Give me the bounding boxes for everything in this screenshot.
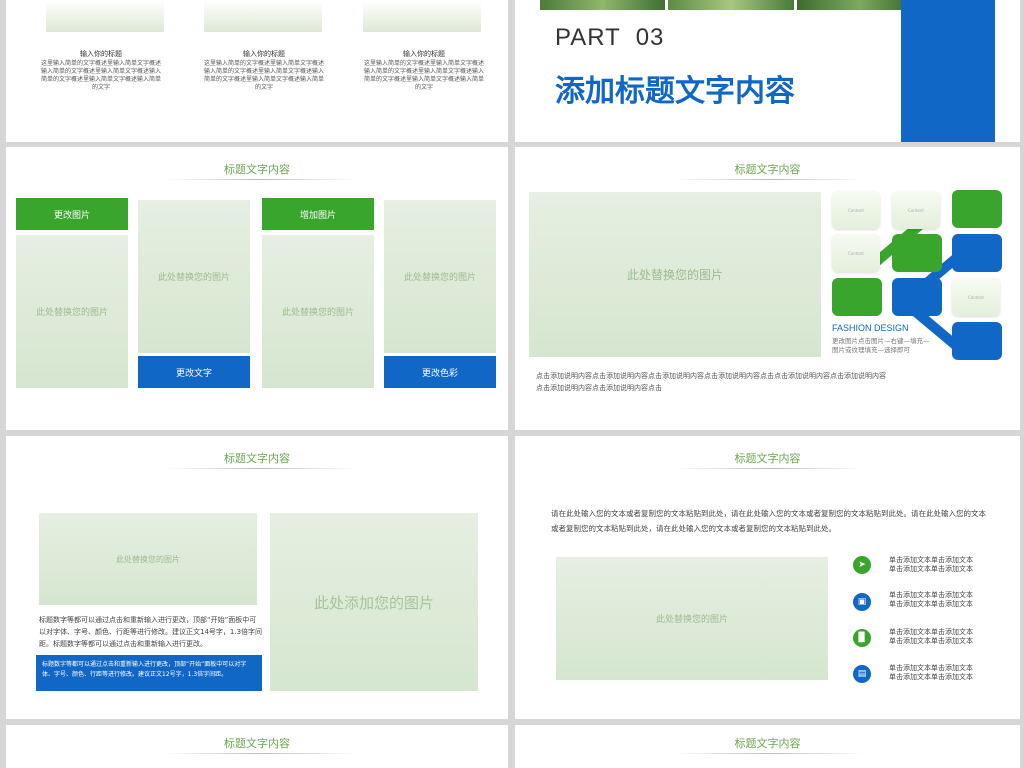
blue-block: [892, 278, 942, 316]
list-item-line: 单击添加文本单击添加文本: [889, 600, 973, 608]
list-item: 单击添加文本单击添加文本 单击添加文本单击添加文本: [889, 664, 973, 682]
title-underline: [166, 753, 356, 754]
bar-chart-icon: ▉: [853, 629, 871, 647]
list-item-line: 单击添加文本单击添加文本: [889, 565, 973, 573]
list-item-line: 单击添加文本单击添加文本: [889, 628, 973, 636]
title-underline: [675, 179, 865, 180]
green-block: [832, 278, 882, 316]
blue-bar: [901, 0, 995, 142]
content-card: Content: [832, 234, 880, 272]
slide-8[interactable]: 标题文字内容: [515, 725, 1020, 768]
blue-box-text: 标题数字等都可以通过点击和重新输入进行更改，顶部“开始”面板中可以对字体、字号、…: [42, 661, 247, 678]
image-placeholder: 此处替换您的图片: [39, 513, 257, 605]
column-title: 输入你的标题: [80, 50, 122, 58]
image-placeholder: 此处替换您的图片: [138, 200, 250, 353]
slide-3[interactable]: 标题文字内容 更改图片 此处替换您的图片 此处替换您的图片 更改文字 增加图片 …: [6, 147, 508, 430]
change-text-button[interactable]: 更改文字: [138, 356, 250, 388]
image-placeholder: 此处替换您的图片: [556, 557, 828, 680]
column-title: 输入你的标题: [243, 50, 285, 58]
image-placeholder: 此处替换您的图片: [16, 235, 128, 388]
column-body: 这里输入简单的文字概述里输入简单文字概述输入简单的文字概述里输入简单文字概述输入…: [204, 60, 325, 91]
caption: 点击添加说明内容点击添加说明内容点击: [536, 384, 662, 392]
list-item: 单击添加文本单击添加文本 单击添加文本单击添加文本: [889, 591, 973, 609]
column-title: 输入你的标题: [403, 50, 445, 58]
column-2: 输入你的标题 这里输入简单的文字概述里输入简单文字概述输入简单的文字概述里输入简…: [204, 50, 324, 92]
slide-5[interactable]: 标题文字内容 此处替换您的图片 此处添加您的图片 标题数字等都可以通过点击和重新…: [6, 436, 508, 719]
photo: [668, 0, 794, 10]
presentation-icon: ▣: [853, 593, 871, 611]
add-image-button[interactable]: 增加图片: [262, 198, 374, 230]
slide-title: 标题文字内容: [734, 452, 801, 465]
slide-title: 标题文字内容: [734, 163, 801, 176]
column-body: 这里输入简单的文字概述里输入简单文字概述输入简单的文字概述里输入简单文字概述输入…: [41, 60, 162, 91]
slide-2[interactable]: PART 03 添加标题文字内容: [515, 0, 1020, 142]
slide-1[interactable]: 输入你的标题 这里输入简单的文字概述里输入简单文字概述输入简单的文字概述里输入简…: [6, 0, 508, 142]
slide-title: 标题文字内容: [224, 163, 290, 176]
photo: [540, 0, 666, 10]
green-block: [892, 234, 942, 272]
image-placeholder: 此处添加您的图片: [270, 513, 478, 691]
column-body: 这里输入简单的文字概述里输入简单文字概述输入简单的文字概述里输入简单文字概述输入…: [364, 60, 485, 91]
blue-text-box: 标题数字等都可以通过点击和重新输入进行更改，顶部“开始”面板中可以对字体、字号、…: [36, 655, 262, 691]
part-label: PART 03: [555, 24, 665, 51]
change-color-button[interactable]: 更改色彩: [384, 356, 496, 388]
slide-title: 标题文字内容: [224, 452, 290, 465]
image-placeholder: 此处替换您的图片: [262, 235, 374, 388]
blue-block: [952, 322, 1002, 360]
slide-title: 标题文字内容: [224, 737, 290, 750]
list-item-line: 单击添加文本单击添加文本: [889, 673, 973, 681]
fashion-desc: 图片或纹理填充—选择即可: [832, 346, 910, 354]
slide-title: 标题文字内容: [734, 737, 801, 750]
document-chart-icon: ▤: [853, 665, 871, 683]
slide-4[interactable]: 标题文字内容 此处替换您的图片 Content Content Content …: [515, 147, 1020, 430]
column-1: 输入你的标题 这里输入简单的文字概述里输入简单文字概述输入简单的文字概述里输入简…: [41, 50, 161, 92]
title-underline: [675, 468, 865, 469]
slide-6[interactable]: 标题文字内容 请在此处输入您的文本或者复制您的文本粘贴到此处，请在此处输入您的文…: [515, 436, 1020, 719]
image-placeholder: [363, 0, 481, 32]
title-underline: [675, 753, 865, 754]
slide-title: 添加标题文字内容: [555, 74, 795, 109]
change-image-button[interactable]: 更改图片: [16, 198, 128, 230]
list-item-line: 单击添加文本单击添加文本: [889, 637, 973, 645]
list-item-line: 单击添加文本单击添加文本: [889, 556, 973, 564]
column-3: 输入你的标题 这里输入简单的文字概述里输入简单文字概述输入简单的文字概述里输入简…: [364, 50, 484, 92]
photo-strip: [540, 0, 922, 10]
fashion-title: FASHION DESIGN: [832, 323, 909, 333]
content-card: Content: [892, 191, 940, 229]
list-item: 单击添加文本单击添加文本 单击添加文本单击添加文本: [889, 556, 973, 574]
blue-block: [952, 234, 1002, 272]
image-placeholder: [46, 0, 164, 32]
image-placeholder: [204, 0, 322, 32]
title-underline: [166, 468, 356, 469]
list-item-line: 单击添加文本单击添加文本: [889, 591, 973, 599]
title-underline: [166, 179, 356, 180]
list-item: 单击添加文本单击添加文本 单击添加文本单击添加文本: [889, 628, 973, 646]
list-item-line: 单击添加文本单击添加文本: [889, 664, 973, 672]
slide-7[interactable]: 标题文字内容: [6, 725, 508, 768]
content-card: Content: [952, 278, 1000, 316]
caption: 点击添加说明内容点击添加说明内容点击添加说明内容点击添加说明内容点击点击添加说明…: [536, 372, 886, 380]
intro-text: 请在此处输入您的文本或者复制您的文本粘贴到此处，请在此处输入您的文本或者复制您的…: [551, 509, 986, 533]
running-person-icon: ➤: [853, 556, 871, 574]
content-card: Content: [832, 191, 880, 229]
body-text: 标题数字等都可以通过点击和重新输入进行更改，顶部“开始”面板中可以对字体、字号、…: [39, 616, 263, 648]
image-placeholder: 此处替换您的图片: [529, 192, 821, 357]
green-block: [952, 190, 1002, 228]
image-placeholder: 此处替换您的图片: [384, 200, 496, 353]
